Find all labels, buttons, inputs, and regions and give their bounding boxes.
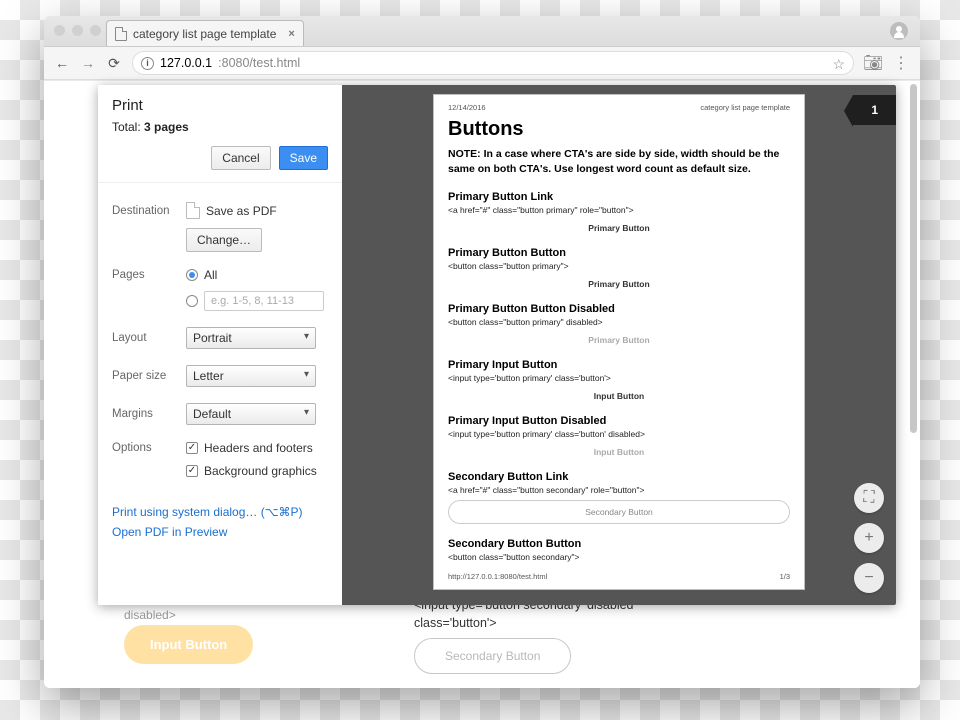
preview-zoom-controls: + −	[854, 483, 884, 593]
background-graphics-label: Background graphics	[204, 464, 317, 478]
preview-header-title: category list page template	[700, 103, 790, 112]
print-title: Print	[112, 97, 328, 114]
preview-date: 12/14/2016	[448, 103, 486, 112]
headers-footers-checkbox[interactable]	[186, 442, 198, 454]
camera-icon[interactable]: 📷︎	[864, 54, 882, 72]
layout-select[interactable]: Portrait	[186, 327, 316, 349]
cancel-button[interactable]: Cancel	[211, 146, 270, 170]
preview-section: Secondary Button Button <button class="b…	[448, 532, 790, 562]
pages-all-radio[interactable]	[186, 269, 198, 281]
save-button[interactable]: Save	[279, 146, 328, 170]
preview-section: Primary Input Button <input type='button…	[448, 353, 790, 409]
paper-size-select[interactable]: Letter	[186, 365, 316, 387]
traffic-lights[interactable]	[54, 25, 101, 36]
destination-value: Save as PDF	[206, 204, 277, 218]
pdf-file-icon	[186, 202, 200, 219]
print-dialog: Print Total: 3 pages Cancel Save Destina…	[98, 85, 896, 605]
site-info-icon[interactable]: i	[141, 57, 154, 70]
bookmark-star-icon[interactable]: ☆	[832, 56, 845, 73]
print-preview-panel: 1 12/14/2016 category list page template…	[342, 85, 896, 605]
fit-page-icon[interactable]	[854, 483, 884, 513]
preview-secondary-outline-button: Secondary Button	[448, 500, 790, 524]
pages-range-radio[interactable]	[186, 295, 198, 307]
browser-tab[interactable]: category list page template ×	[106, 20, 304, 46]
back-icon[interactable]: ←	[54, 55, 70, 71]
tab-title: category list page template	[133, 27, 276, 41]
background-graphics-checkbox[interactable]	[186, 465, 198, 477]
preview-note: NOTE: In a case where CTA's are side by …	[448, 147, 790, 177]
row-pages: Pages All	[112, 268, 328, 282]
file-icon	[115, 27, 127, 41]
preview-page: 12/14/2016 category list page template B…	[434, 95, 804, 589]
window-chrome: category list page template ×	[44, 16, 920, 46]
row-options: Options Headers and footers	[112, 441, 328, 455]
bg-input-button[interactable]: Input Button	[124, 625, 253, 664]
address-bar[interactable]: i 127.0.0.1 :8080/test.html ☆	[132, 51, 854, 75]
zoom-out-icon[interactable]: −	[854, 563, 884, 593]
preview-section: Secondary Button Link <a href="#" class=…	[448, 465, 790, 532]
bg-secondary-button[interactable]: Secondary Button	[414, 638, 571, 674]
preview-section: Primary Button Button <button class="but…	[448, 241, 790, 297]
row-paper-size: Paper size Letter	[112, 365, 328, 387]
kebab-menu-icon[interactable]: ⋮	[892, 54, 910, 72]
preview-section: Primary Button Link <a href="#" class="b…	[448, 185, 790, 241]
forward-icon: →	[80, 55, 96, 71]
margins-select[interactable]: Default	[186, 403, 316, 425]
row-layout: Layout Portrait	[112, 327, 328, 349]
minimize-window-icon[interactable]	[72, 25, 83, 36]
row-margins: Margins Default	[112, 403, 328, 425]
print-total: Total: 3 pages	[112, 120, 328, 134]
url-path: :8080/test.html	[218, 56, 300, 70]
open-preview-link[interactable]: Open PDF in Preview	[112, 525, 227, 539]
viewport: disabled> Input Button <input type='butt…	[44, 80, 920, 688]
maximize-window-icon[interactable]	[90, 25, 101, 36]
pages-all-label: All	[204, 268, 217, 282]
url-host: 127.0.0.1	[160, 56, 212, 70]
pages-range-input[interactable]: e.g. 1-5, 8, 11-13	[204, 291, 324, 311]
row-destination: Destination Save as PDF	[112, 202, 328, 219]
preview-h1: Buttons	[448, 118, 790, 141]
bg-code-fragment: disabled>	[124, 608, 176, 622]
profile-icon[interactable]	[890, 22, 908, 40]
close-window-icon[interactable]	[54, 25, 65, 36]
print-settings-panel: Print Total: 3 pages Cancel Save Destina…	[98, 85, 342, 605]
preview-section: Primary Input Button Disabled <input typ…	[448, 409, 790, 465]
zoom-in-icon[interactable]: +	[854, 523, 884, 553]
reload-icon[interactable]: ⟳	[106, 55, 122, 71]
close-tab-icon[interactable]: ×	[288, 28, 294, 40]
page-indicator: 1	[853, 95, 896, 125]
headers-footers-label: Headers and footers	[204, 441, 313, 455]
scrollbar-thumb[interactable]	[910, 84, 917, 433]
browser-toolbar: ← → ⟳ i 127.0.0.1 :8080/test.html ☆ 📷︎ ⋮	[44, 46, 920, 80]
change-destination-button[interactable]: Change…	[186, 228, 262, 252]
browser-window: category list page template × ← → ⟳ i 12…	[44, 16, 920, 688]
system-dialog-link[interactable]: Print using system dialog… (⌥⌘P)	[112, 505, 303, 519]
preview-footer-page: 1/3	[780, 572, 790, 581]
scrollbar[interactable]	[910, 84, 917, 685]
preview-section: Primary Button Button Disabled <button c…	[448, 297, 790, 353]
preview-footer-url: http://127.0.0.1:8080/test.html	[448, 572, 547, 581]
